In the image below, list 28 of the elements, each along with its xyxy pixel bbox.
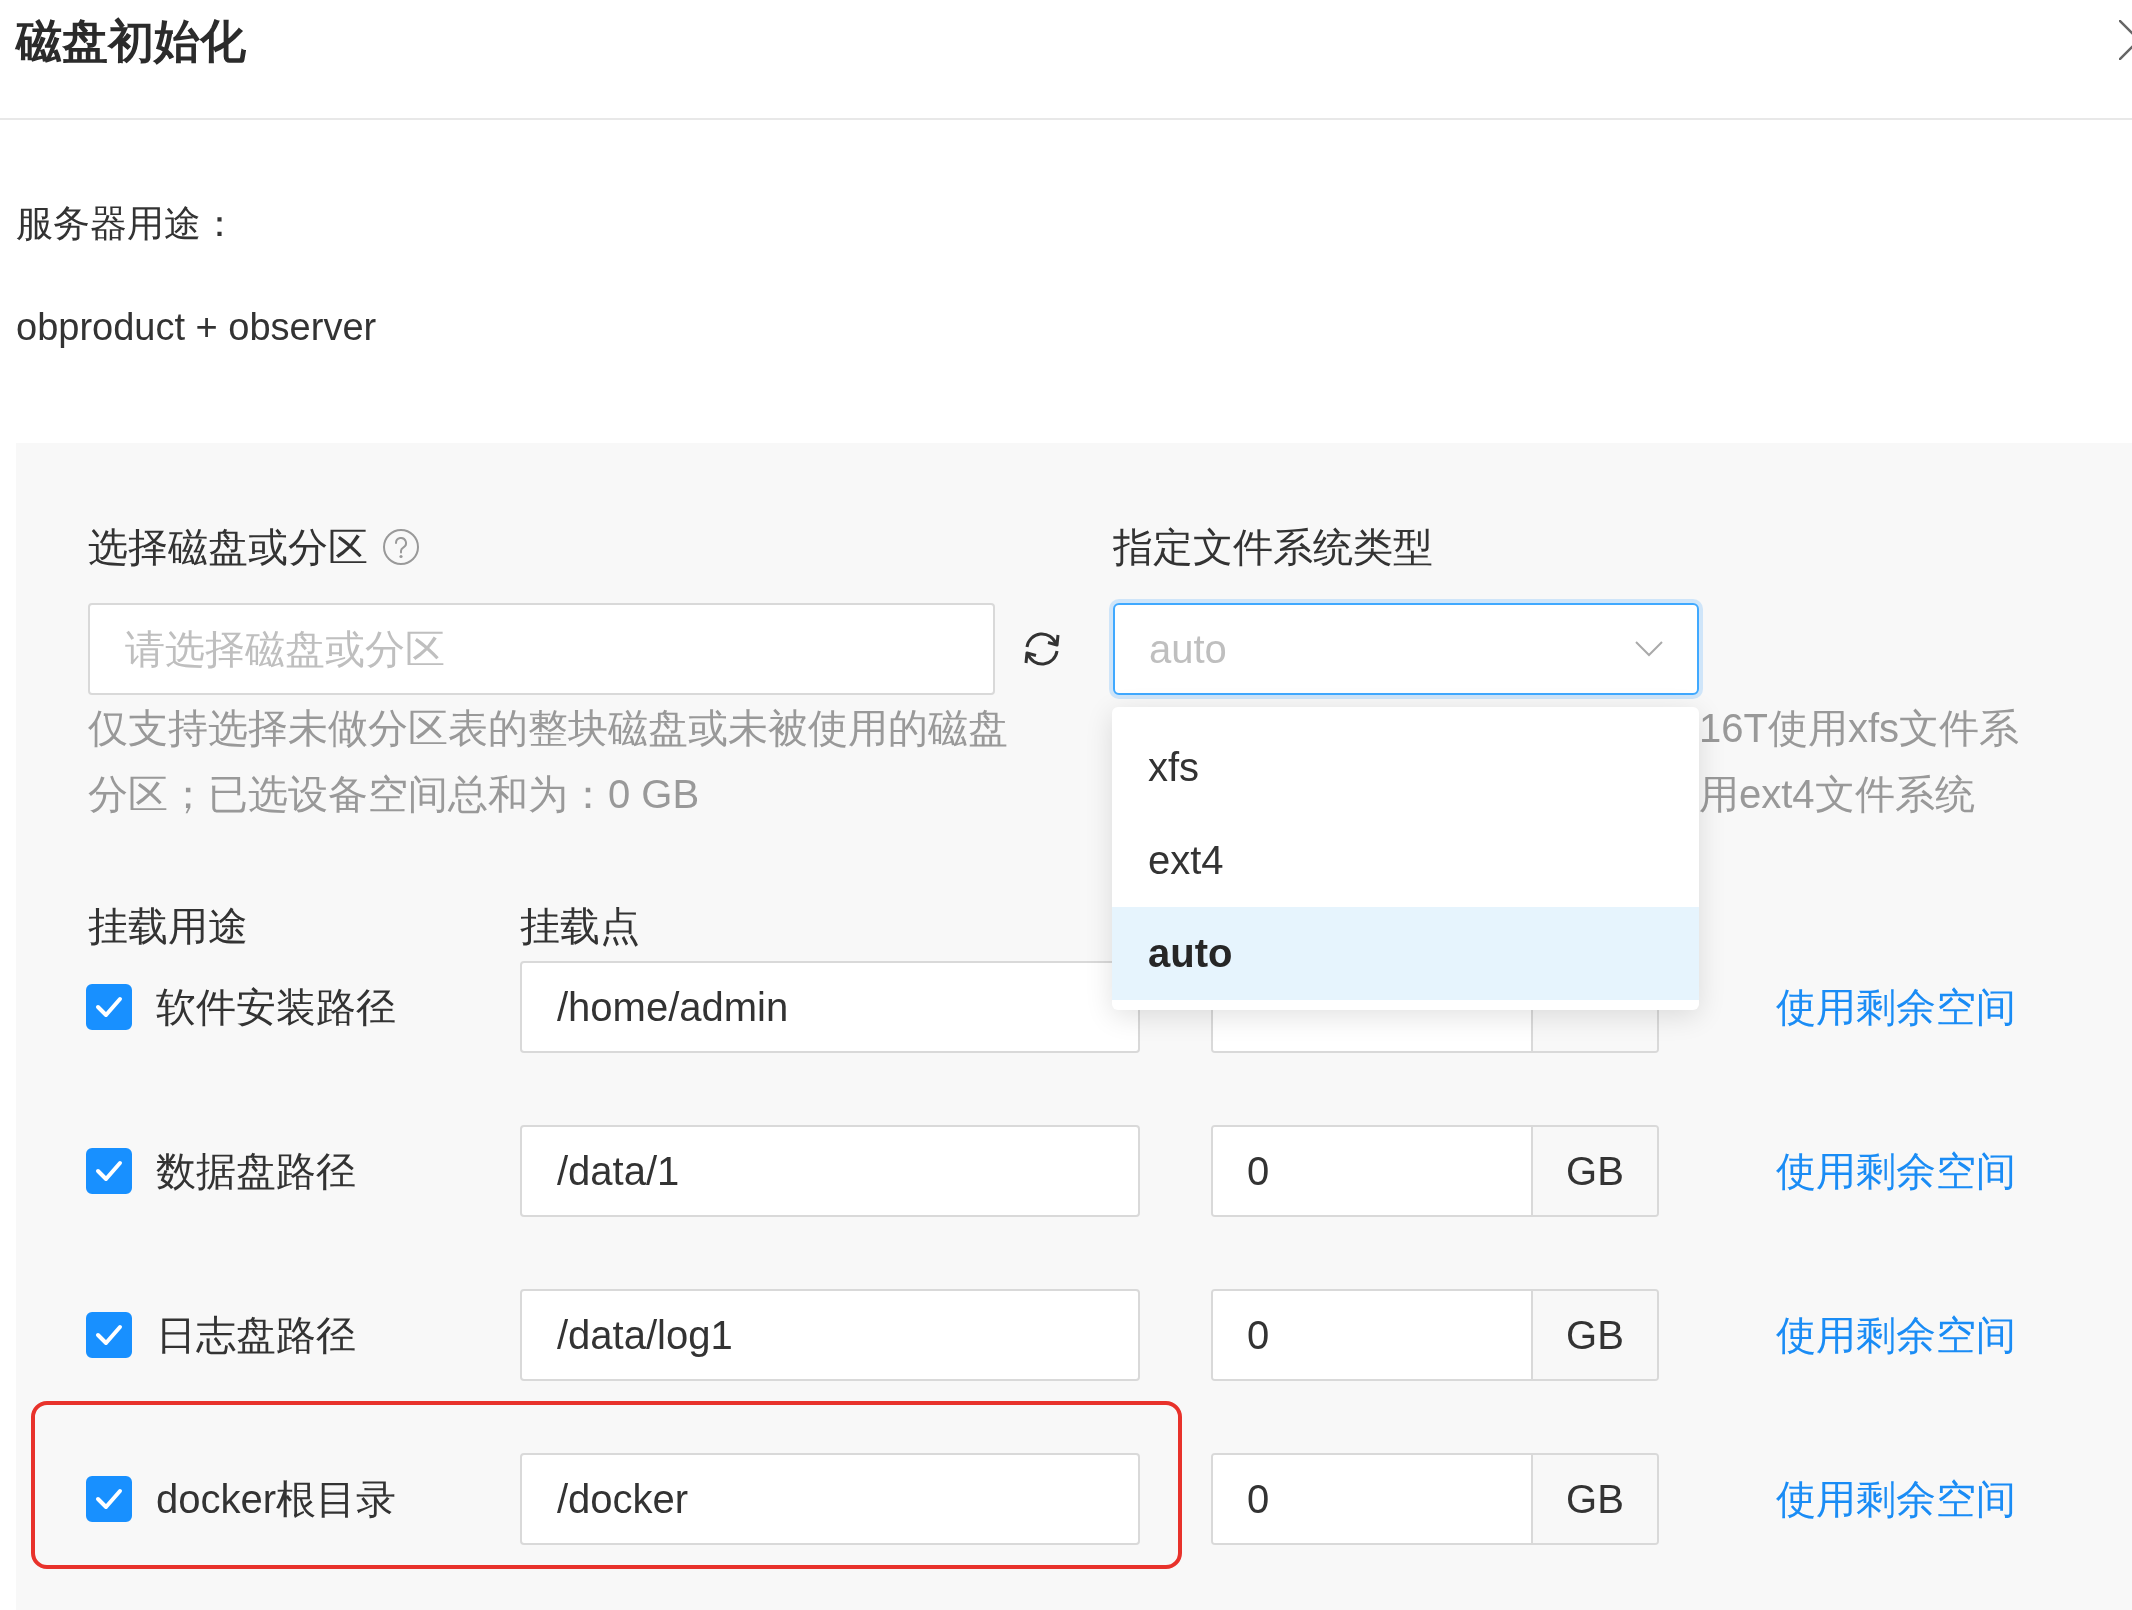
chevron-down-icon	[1635, 641, 1663, 657]
mount-purpose-label: 日志盘路径	[156, 1311, 356, 1359]
dialog-title: 磁盘初始化	[16, 14, 246, 68]
checkbox[interactable]	[86, 984, 132, 1030]
dropdown-option[interactable]: ext4	[1112, 814, 1699, 907]
help-text: 仅支持选择未做分区表的整块磁盘或未被使用的磁盘分区；已选设备空间总和为：0 GB	[88, 705, 1009, 818]
field-label: 指定文件系统类型	[1113, 524, 1433, 571]
column-header: 挂载点	[520, 903, 640, 950]
checkbox[interactable]	[86, 1148, 132, 1194]
column-header: 挂载用途	[88, 903, 249, 950]
mount-point-input[interactable]: /data/1	[520, 1125, 1140, 1217]
mount-point-input[interactable]: /data/log1	[520, 1289, 1140, 1381]
field-value: obproduct + observer	[16, 305, 377, 350]
mount-purpose-label: docker根目录	[156, 1475, 397, 1523]
dropdown-option[interactable]: auto	[1112, 907, 1699, 1000]
field-label: 选择磁盘或分区	[88, 524, 368, 571]
mount-purpose-label: 软件安装路径	[156, 983, 396, 1031]
checkbox[interactable]	[86, 1476, 132, 1522]
mount-point-input[interactable]: /home/admin	[520, 961, 1140, 1053]
close-icon[interactable]	[2119, 20, 2132, 60]
field-label: 服务器用途：	[16, 202, 238, 246]
mount-point-input[interactable]: /docker	[520, 1453, 1140, 1545]
question-icon[interactable]	[382, 528, 420, 566]
help-text: 16T使用xfs文件系	[1699, 706, 2020, 750]
mount-purpose-label: 数据盘路径	[156, 1147, 356, 1195]
help-text: 用ext4文件系统	[1699, 772, 1975, 816]
dropdown-option[interactable]: xfs	[1112, 721, 1699, 814]
checkbox[interactable]	[86, 1312, 132, 1358]
